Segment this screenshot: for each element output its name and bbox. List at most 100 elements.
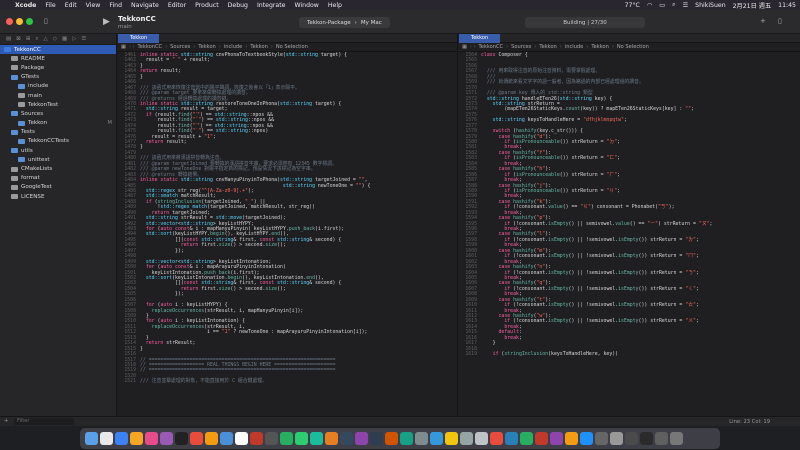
grid-icon[interactable]: ▦ bbox=[462, 44, 467, 50]
dock-app-icon[interactable] bbox=[115, 432, 128, 445]
dock-app-icon[interactable] bbox=[640, 432, 653, 445]
dock-app-icon[interactable] bbox=[130, 432, 143, 445]
zoom-window-button[interactable] bbox=[26, 18, 33, 25]
dock-app-icon[interactable] bbox=[550, 432, 563, 445]
dock-app-icon[interactable] bbox=[295, 432, 308, 445]
breadcrumb-item[interactable]: Tekkon bbox=[250, 44, 267, 50]
navigator-filter-input[interactable]: Filter bbox=[14, 418, 74, 425]
file-tree-item[interactable]: format bbox=[0, 174, 116, 183]
menu-user-name[interactable]: ShikiSuen bbox=[695, 2, 725, 9]
dock-app-icon[interactable] bbox=[595, 432, 608, 445]
file-tree-item[interactable]: TekkonTest bbox=[0, 100, 116, 109]
battery-icon[interactable]: ▭ bbox=[659, 2, 665, 9]
dock-app-icon[interactable] bbox=[145, 432, 158, 445]
breakpoint-icon[interactable]: ▷ bbox=[72, 36, 76, 42]
breadcrumb-item[interactable]: include bbox=[224, 44, 242, 50]
report-icon[interactable]: ☰ bbox=[81, 36, 86, 42]
dock-app-icon[interactable] bbox=[340, 432, 353, 445]
inspector-toggle-icon[interactable]: ▯ bbox=[778, 17, 782, 25]
code-line[interactable]: /// 注音並擊處理的對象，不能直接用於 C 組合鍵處理。 bbox=[140, 379, 453, 384]
code-line[interactable]: if (stringInclusion(keysToHandleHere, ke… bbox=[481, 351, 796, 357]
project-branch[interactable]: main bbox=[118, 24, 132, 30]
warning-icon[interactable]: △ bbox=[44, 36, 48, 42]
menu-help[interactable]: Help bbox=[328, 2, 342, 9]
right-code-area[interactable]: 1564 1565 1566 1567 1568 1569 1570 1571 1572 1573… bbox=[459, 52, 800, 415]
dock-app-icon[interactable] bbox=[190, 432, 203, 445]
add-file-icon[interactable]: + bbox=[4, 418, 8, 424]
scheme-selector[interactable]: Tekkon-Package › My Mac bbox=[299, 17, 390, 28]
breadcrumb-item[interactable]: Sources bbox=[170, 44, 190, 50]
menu-app-xcode[interactable]: Xcode bbox=[15, 2, 36, 9]
dock-app-icon[interactable] bbox=[415, 432, 428, 445]
dock-app-icon[interactable] bbox=[310, 432, 323, 445]
dock-app-icon[interactable] bbox=[280, 432, 293, 445]
file-tree-item[interactable]: README bbox=[0, 54, 116, 63]
dock-app-icon[interactable] bbox=[490, 432, 503, 445]
breadcrumb-item[interactable]: No Selection bbox=[617, 44, 649, 50]
sidebar-toggle-icon[interactable]: ▯ bbox=[44, 17, 48, 25]
dock-app-icon[interactable] bbox=[505, 432, 518, 445]
menu-integrate[interactable]: Integrate bbox=[257, 2, 285, 9]
dock-app-icon[interactable] bbox=[250, 432, 263, 445]
file-tree-item[interactable]: LICENSE bbox=[0, 192, 116, 201]
grid-icon[interactable]: ▦ bbox=[121, 44, 126, 50]
breadcrumb-item[interactable]: include bbox=[565, 44, 583, 50]
menu-edit[interactable]: Edit bbox=[65, 2, 77, 9]
file-tree-item[interactable]: GoogleTest bbox=[0, 183, 116, 192]
folder-icon[interactable]: ▤ bbox=[6, 36, 11, 42]
dock-app-icon[interactable] bbox=[355, 432, 368, 445]
breadcrumb-item[interactable]: TekkonCC bbox=[138, 44, 163, 50]
debug-icon[interactable]: ▦ bbox=[62, 36, 67, 42]
file-tree-item[interactable]: Tests bbox=[0, 128, 116, 137]
file-tree-item[interactable]: main bbox=[0, 91, 116, 100]
menu-time[interactable]: 11:45 bbox=[778, 2, 796, 9]
dock-app-icon[interactable] bbox=[655, 432, 668, 445]
breadcrumb-item[interactable]: No Selection bbox=[276, 44, 308, 50]
breadcrumb-item[interactable]: Tekkon bbox=[539, 44, 556, 50]
file-tree-item[interactable]: unittest bbox=[0, 155, 116, 164]
dock-app-icon[interactable] bbox=[535, 432, 548, 445]
menu-find[interactable]: Find bbox=[109, 2, 122, 9]
breadcrumb-item[interactable]: Tekkon bbox=[198, 44, 215, 50]
control-center-icon[interactable]: ☰ bbox=[683, 2, 689, 9]
source-control-icon[interactable]: ⊠ bbox=[16, 36, 21, 42]
dock-app-icon[interactable] bbox=[430, 432, 443, 445]
test-icon[interactable]: ◇ bbox=[53, 36, 57, 42]
left-code-area[interactable]: 1461 1462 1463 1464 1465 1466 1467 1468 1469 1470… bbox=[118, 52, 457, 415]
code-lines[interactable]: class Composer { /// 用來取得注音的原始注音資料，需要掌握處… bbox=[481, 52, 796, 358]
menu-navigate[interactable]: Navigate bbox=[131, 2, 159, 9]
code-lines[interactable]: inline static std::string cnvPhonaToText… bbox=[140, 52, 453, 385]
dock-app-icon[interactable] bbox=[370, 432, 383, 445]
dock-app-icon[interactable] bbox=[265, 432, 278, 445]
dock-app-icon[interactable] bbox=[100, 432, 113, 445]
minimize-window-button[interactable] bbox=[16, 18, 23, 25]
dock-app-icon[interactable] bbox=[625, 432, 638, 445]
file-tree-item[interactable]: CMakeLists bbox=[0, 164, 116, 173]
menu-debug[interactable]: Debug bbox=[228, 2, 248, 9]
file-tree-item[interactable]: TekkonCCTests bbox=[0, 137, 116, 146]
menu-editor[interactable]: Editor bbox=[168, 2, 186, 9]
file-tree-item[interactable]: utils bbox=[0, 146, 116, 155]
menu-file[interactable]: File bbox=[45, 2, 55, 9]
dock-app-icon[interactable] bbox=[325, 432, 338, 445]
run-button[interactable]: ▶ bbox=[103, 17, 110, 27]
file-tree-item[interactable]: Package bbox=[0, 63, 116, 72]
right-editor-tab[interactable]: Tekkon bbox=[459, 33, 501, 43]
file-tree-item[interactable]: TekkonCC bbox=[0, 45, 116, 55]
breadcrumb-item[interactable]: TekkonCC bbox=[479, 44, 504, 50]
menu-product[interactable]: Product bbox=[195, 2, 219, 9]
dock-app-icon[interactable] bbox=[160, 432, 173, 445]
dock-app-icon[interactable] bbox=[460, 432, 473, 445]
dock-app-icon[interactable] bbox=[520, 432, 533, 445]
menu-window[interactable]: Window bbox=[294, 2, 318, 9]
search-icon[interactable]: ⌕ bbox=[672, 1, 675, 9]
dock-app-icon[interactable] bbox=[205, 432, 218, 445]
search-icon[interactable]: ⌕ bbox=[35, 36, 38, 43]
wifi-icon[interactable]: ◠ bbox=[647, 2, 652, 9]
dock-app-icon[interactable] bbox=[235, 432, 248, 445]
file-tree-item[interactable]: Tekkon M bbox=[0, 119, 116, 128]
dock-app-icon[interactable] bbox=[475, 432, 488, 445]
symbol-icon[interactable]: ⊞ bbox=[26, 36, 31, 42]
close-window-button[interactable] bbox=[6, 18, 13, 25]
temperature-readout[interactable]: 77°C bbox=[625, 2, 640, 9]
